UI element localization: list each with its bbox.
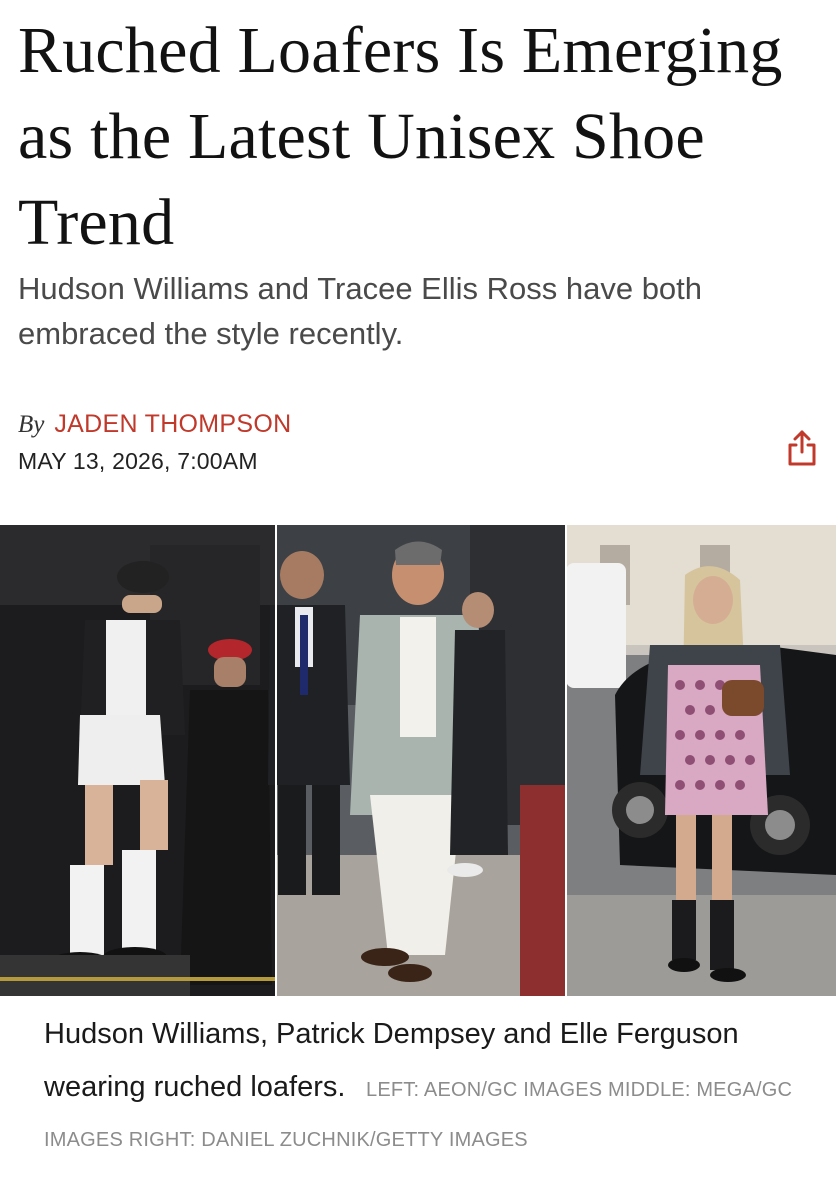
photo-caption-block: Hudson Williams, Patrick Dempsey and Ell… bbox=[44, 1010, 804, 1166]
publish-date: MAY 13, 2026, 7:00AM bbox=[18, 448, 258, 474]
article-dek: Hudson Williams and Tracee Ellis Ross ha… bbox=[18, 271, 703, 351]
byline-prefix: By bbox=[18, 411, 45, 438]
share-button[interactable] bbox=[780, 426, 824, 470]
photo-left bbox=[0, 525, 276, 996]
byline: By JADEN THOMPSON bbox=[18, 410, 291, 444]
article-headline: Ruched Loafers Is Emerging as the Latest… bbox=[18, 14, 783, 259]
photo-middle bbox=[268, 525, 566, 996]
share-icon bbox=[788, 430, 816, 466]
photo-right bbox=[566, 525, 836, 996]
hero-photo-collage bbox=[0, 525, 836, 996]
author-link[interactable]: JADEN THOMPSON bbox=[54, 410, 291, 439]
